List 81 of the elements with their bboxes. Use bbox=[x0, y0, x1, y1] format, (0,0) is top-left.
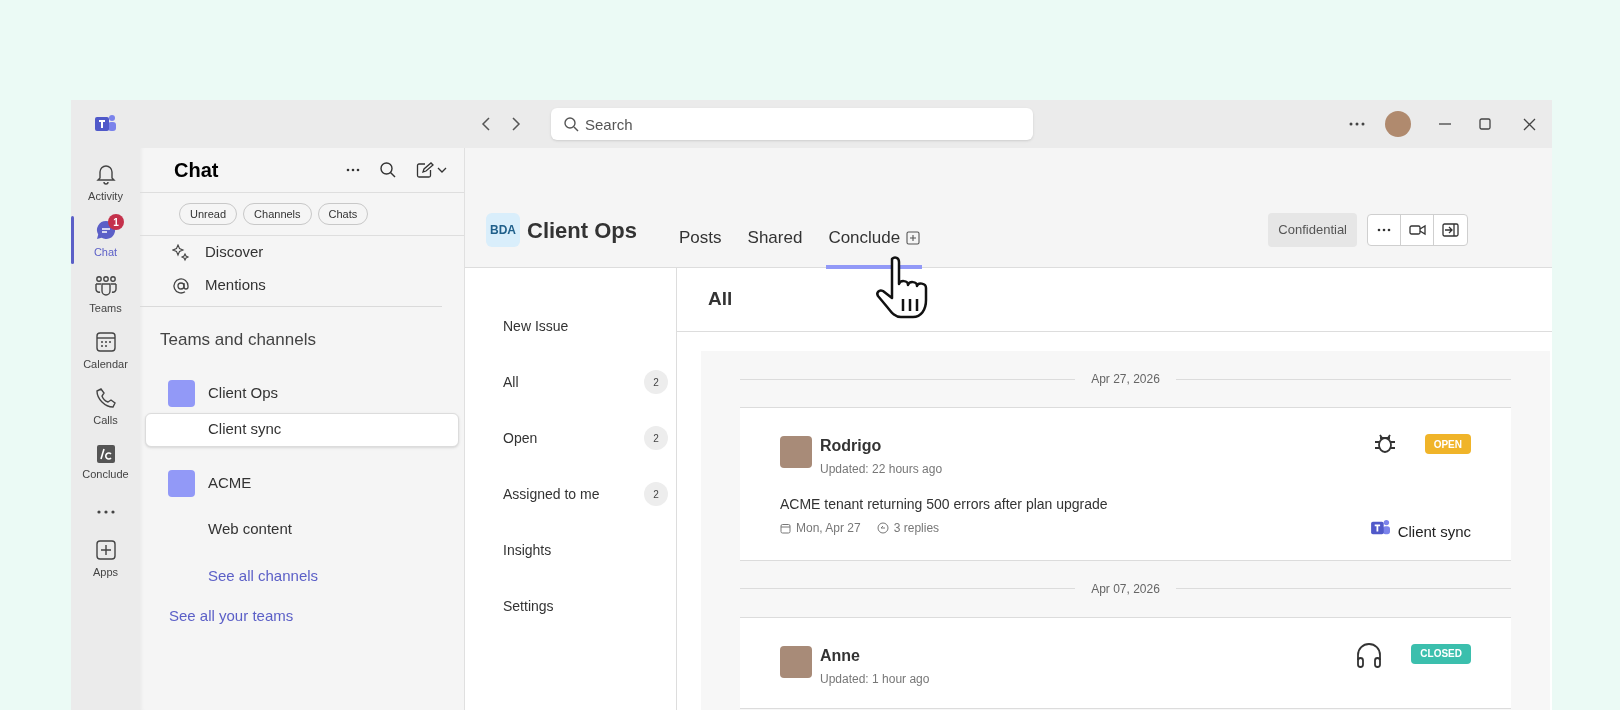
count-badge: 2 bbox=[644, 482, 668, 506]
calendar-icon bbox=[780, 522, 791, 534]
feed-title: All bbox=[708, 287, 733, 312]
selection-indicator bbox=[71, 216, 74, 264]
team-avatar bbox=[168, 470, 195, 497]
nav-link[interactable]: Mentions bbox=[172, 269, 442, 302]
sparkle-icon bbox=[172, 243, 190, 262]
team-item[interactable]: ACME bbox=[140, 464, 464, 503]
channel-tab[interactable]: Shared bbox=[745, 211, 805, 269]
rail-item[interactable]: Teams bbox=[71, 268, 140, 324]
issue-card[interactable]: Rodrigo Updated: 22 hours ago OPEN ACME tenant returning 500 errors after plan upgrade Mon, Apr 27 3 replies Client sync bbox=[740, 407, 1511, 561]
notification-badge: 1 bbox=[108, 214, 124, 230]
date-divider-label: Apr 07, 2026 bbox=[1091, 580, 1160, 598]
more-options-icon[interactable] bbox=[346, 168, 360, 172]
panel-title: Chat bbox=[174, 158, 219, 183]
issue-card[interactable]: Anne Updated: 1 hour ago CLOSED bbox=[740, 616, 1511, 709]
calendar-icon bbox=[94, 331, 117, 354]
teams-logo-icon bbox=[95, 114, 117, 134]
issue-nav-item[interactable]: Assigned to me 2 bbox=[503, 466, 668, 522]
issue-nav-item[interactable]: All 2 bbox=[503, 354, 668, 410]
channel-item[interactable]: Web content bbox=[145, 512, 459, 547]
rail-item[interactable]: Calls bbox=[71, 380, 140, 436]
status-badge: OPEN bbox=[1424, 434, 1471, 454]
rail-item[interactable]: Apps bbox=[71, 532, 140, 588]
team-avatar bbox=[168, 380, 195, 407]
add-app-icon bbox=[94, 539, 117, 562]
date-divider-label: Apr 27, 2026 bbox=[1091, 371, 1160, 388]
more-apps-icon bbox=[96, 510, 115, 514]
issue-nav-item[interactable]: Insights bbox=[503, 522, 668, 578]
channel-name: Client sync bbox=[1397, 522, 1471, 542]
more-options-icon bbox=[1377, 228, 1391, 232]
rail-item[interactable]: Activity bbox=[71, 156, 140, 212]
bug-icon bbox=[1372, 432, 1397, 456]
filter-chip[interactable]: Unread bbox=[179, 203, 238, 225]
headphones-icon bbox=[1355, 641, 1384, 668]
see-all-teams-link[interactable]: See all your teams bbox=[140, 605, 294, 628]
count-badge: 2 bbox=[644, 370, 668, 394]
filter-chip[interactable]: Channels bbox=[243, 203, 312, 225]
updated-time: Updated: 22 hours ago bbox=[820, 461, 943, 478]
issue-title: ACME tenant returning 500 errors after plan upgrade bbox=[780, 495, 1108, 514]
author-photo-placeholder bbox=[780, 436, 812, 468]
author-photo-placeholder bbox=[780, 645, 812, 678]
filter-chip[interactable]: Chats bbox=[317, 203, 369, 225]
reply-icon bbox=[876, 522, 889, 535]
compose-icon[interactable] bbox=[416, 162, 448, 178]
search-icon[interactable] bbox=[380, 162, 396, 178]
at-sign-icon bbox=[172, 276, 190, 295]
bell-icon bbox=[94, 163, 117, 186]
team-item[interactable]: Client Ops bbox=[140, 374, 464, 413]
reply-count: 3 replies bbox=[893, 520, 940, 538]
people-group-icon bbox=[93, 275, 118, 298]
team-title: Client Ops bbox=[527, 216, 637, 245]
video-camera-icon bbox=[1408, 222, 1426, 238]
phone-icon bbox=[94, 387, 117, 410]
issue-date: Mon, Apr 27 bbox=[796, 520, 861, 538]
author-name: Rodrigo bbox=[820, 436, 883, 456]
rail-item[interactable]: 1 Chat bbox=[71, 212, 140, 268]
count-badge: 2 bbox=[644, 426, 668, 450]
sensitivity-label: Confidential bbox=[1268, 213, 1357, 247]
see-all-channels-link[interactable]: See all channels bbox=[140, 564, 319, 587]
rail-item[interactable]: Conclude bbox=[71, 436, 140, 492]
channel-item[interactable]: Client sync bbox=[145, 412, 459, 447]
issue-nav-item[interactable]: Open 2 bbox=[503, 410, 668, 466]
channel-tab[interactable]: Posts bbox=[677, 211, 724, 269]
status-badge: CLOSED bbox=[1411, 643, 1471, 664]
section-heading: Teams and channels bbox=[159, 329, 317, 351]
add-tab-icon bbox=[906, 231, 921, 245]
user-avatar[interactable] bbox=[1385, 111, 1411, 137]
close-icon[interactable] bbox=[1523, 117, 1536, 131]
author-name: Anne bbox=[820, 645, 861, 666]
search-field[interactable]: Search bbox=[551, 108, 1033, 140]
more-options-icon[interactable] bbox=[1349, 122, 1365, 126]
maximize-icon[interactable] bbox=[1479, 118, 1491, 130]
conclude-app-icon bbox=[96, 445, 115, 464]
team-logo: BDA bbox=[486, 213, 520, 247]
rail-item[interactable]: Calendar bbox=[71, 324, 140, 380]
issue-nav-item[interactable]: Settings bbox=[503, 578, 668, 634]
issue-nav-item[interactable]: New Issue bbox=[503, 298, 668, 354]
updated-time: Updated: 1 hour ago bbox=[820, 670, 930, 688]
nav-link[interactable]: Discover bbox=[172, 236, 442, 269]
search-icon bbox=[564, 117, 579, 132]
